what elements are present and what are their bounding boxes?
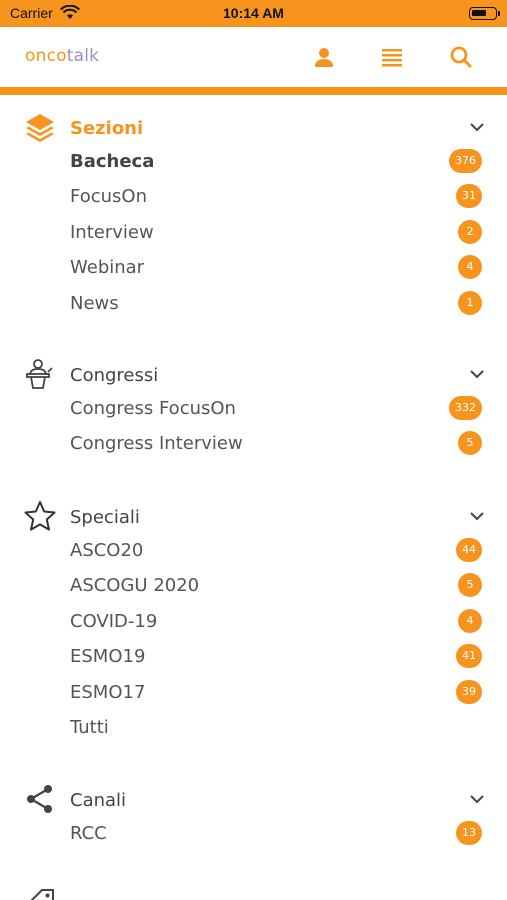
tag-icon (30, 889, 54, 900)
battery-icon (469, 7, 500, 20)
count-badge: 376 (449, 149, 482, 173)
oncotalk-logo[interactable]: oncotalk (25, 46, 99, 66)
count-badge: 4 (458, 609, 482, 633)
count-badge: 44 (456, 538, 482, 562)
menu-item-ascogu-2020[interactable]: ASCOGU 2020 5 (0, 568, 507, 602)
layers-icon (26, 114, 54, 142)
menu-item-label: Tutti (70, 717, 109, 738)
section-title: Speciali (70, 507, 140, 528)
menu-item-label: ESMO17 (70, 682, 146, 703)
chevron-down-icon[interactable] (469, 793, 485, 805)
chevron-down-icon[interactable] (469, 121, 485, 133)
count-badge: 2 (458, 220, 482, 244)
share-icon (27, 785, 52, 813)
menu-item-congress-interview[interactable]: Congress Interview 5 (0, 426, 507, 460)
menu-item-label: ESMO19 (70, 646, 146, 667)
menu-item-label: COVID-19 (70, 611, 158, 632)
search-icon[interactable] (449, 45, 473, 69)
clock: 10:14 AM (223, 5, 284, 21)
count-badge: 332 (449, 396, 482, 420)
count-badge: 1 (458, 291, 482, 315)
menu-item-news[interactable]: News 1 (0, 286, 507, 320)
menu-item-esmo19[interactable]: ESMO19 41 (0, 639, 507, 673)
menu-item-esmo17[interactable]: ESMO17 39 (0, 675, 507, 709)
app-bar: oncotalk (0, 27, 507, 87)
menu-item-label: Webinar (70, 257, 145, 278)
section-title: Sezioni (70, 118, 144, 139)
logo-part2: talk (66, 46, 100, 66)
menu-item-label: Interview (70, 222, 154, 243)
user-icon[interactable] (312, 45, 336, 69)
menu-item-asco20[interactable]: ASCO20 44 (0, 533, 507, 567)
count-badge: 5 (458, 431, 482, 455)
speaker-podium-icon (26, 359, 53, 389)
menu-item-label: Congress Interview (70, 433, 243, 454)
section-header-sezioni[interactable]: Sezioni (0, 111, 507, 145)
section-title: Canali (70, 790, 127, 811)
menu-item-label: Bacheca (70, 151, 155, 172)
header-divider (0, 87, 507, 95)
logo-part1: onco (25, 46, 67, 66)
menu-item-covid-19[interactable]: COVID-19 4 (0, 604, 507, 638)
count-badge: 39 (456, 680, 482, 704)
count-badge: 13 (456, 821, 482, 845)
count-badge: 5 (458, 573, 482, 597)
menu-item-bacheca[interactable]: Bacheca 376 (0, 144, 507, 178)
chevron-down-icon[interactable] (469, 510, 485, 522)
status-bar: Carrier 10:14 AM (0, 0, 507, 27)
section-header-congressi[interactable]: Congressi (0, 358, 507, 392)
menu-item-rcc[interactable]: RCC 13 (0, 816, 507, 850)
chevron-down-icon[interactable] (469, 368, 485, 380)
section-header-canali[interactable]: Canali (0, 783, 507, 817)
menu-item-interview[interactable]: Interview 2 (0, 215, 507, 249)
menu-item-label: FocusOn (70, 186, 147, 207)
count-badge: 31 (456, 184, 482, 208)
menu-item-tutti[interactable]: Tutti (0, 710, 507, 744)
menu-item-webinar[interactable]: Webinar 4 (0, 250, 507, 284)
section-header-speciali[interactable]: Speciali (0, 500, 507, 534)
menu-item-label: Congress FocusOn (70, 398, 236, 419)
count-badge: 41 (456, 644, 482, 668)
side-menu: Sezioni Bacheca 376 FocusOn 31 Interview… (0, 95, 507, 900)
section-title: Congressi (70, 365, 159, 386)
menu-item-focuson[interactable]: FocusOn 31 (0, 179, 507, 213)
menu-item-label: ASCOGU 2020 (70, 575, 200, 596)
star-icon (24, 501, 56, 531)
list-icon[interactable] (380, 45, 404, 69)
count-badge: 4 (458, 255, 482, 279)
menu-item-congress-focuson[interactable]: Congress FocusOn 332 (0, 391, 507, 425)
menu-item-label: RCC (70, 823, 107, 844)
menu-item-label: ASCO20 (70, 540, 144, 561)
menu-item-label: News (70, 293, 119, 314)
